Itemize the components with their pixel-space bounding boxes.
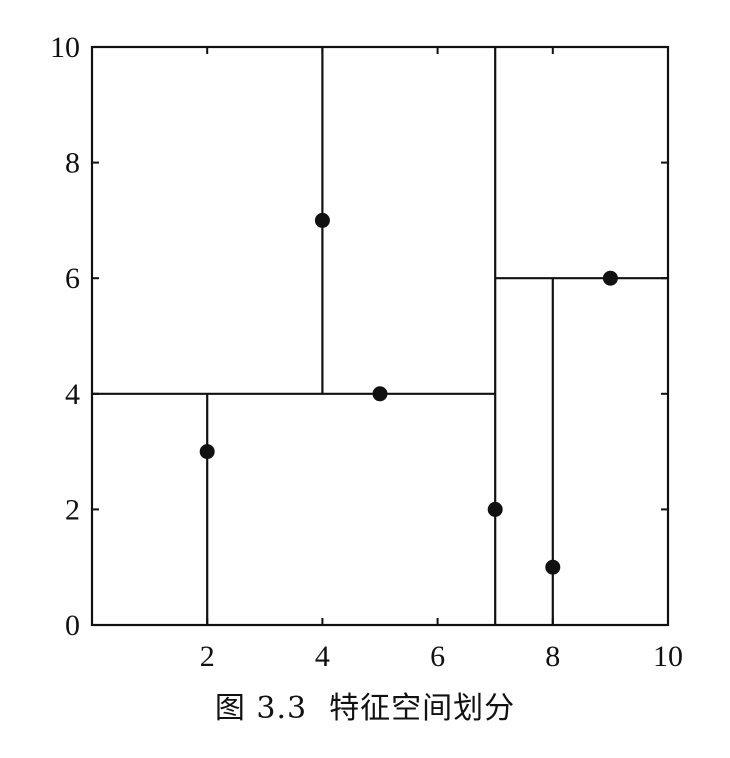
figure-caption: 图 3.3 特征空间划分 (0, 683, 730, 727)
data-point (487, 501, 503, 517)
x-tick-label: 8 (545, 640, 560, 673)
y-tick-label: 6 (65, 262, 80, 295)
data-point (602, 270, 618, 286)
data-point (199, 444, 215, 460)
x-tick-label: 4 (315, 640, 330, 673)
tick-labels: 2 4 6 8 10 0 2 4 6 8 10 (50, 31, 683, 673)
x-tick-label: 2 (200, 640, 215, 673)
feature-space-chart: 2 4 6 8 10 0 2 4 6 8 10 (50, 31, 683, 673)
y-tick-label: 2 (65, 493, 80, 526)
y-tick-label: 8 (65, 147, 80, 180)
y-tick-label: 10 (50, 31, 80, 64)
axis-ticks (92, 47, 669, 625)
y-tick-label: 4 (65, 378, 80, 411)
x-tick-label: 6 (430, 640, 445, 673)
y-tick-label: 0 (65, 609, 80, 642)
data-point (314, 212, 330, 228)
x-tick-label: 10 (653, 640, 683, 673)
partition-lines (92, 47, 668, 625)
data-point (372, 386, 388, 402)
figure-number: 图 3.3 (214, 691, 308, 726)
data-point (545, 559, 561, 575)
plot-border (90, 45, 670, 627)
plot-frame (90, 45, 670, 627)
figure-title: 特征空间划分 (329, 691, 516, 726)
